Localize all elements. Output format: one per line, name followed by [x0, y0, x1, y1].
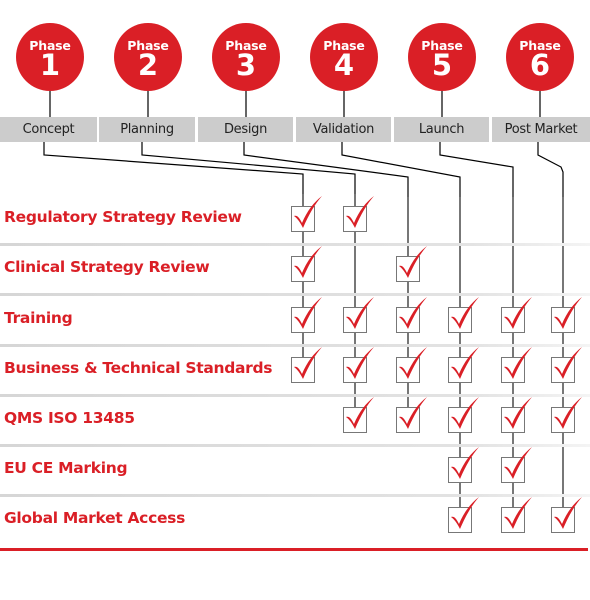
checkmark-glyph — [294, 196, 322, 228]
checkmark-glyph — [554, 497, 582, 529]
phase-number: 3 — [235, 48, 257, 82]
service-label: QMS ISO 13485 — [4, 409, 135, 427]
checkmark-glyph — [554, 297, 582, 329]
phase-3-label: Design — [198, 117, 293, 142]
phase-2-circle: Phase 2 — [114, 23, 182, 91]
checkmark-glyph — [346, 297, 374, 329]
check-icon — [343, 347, 374, 383]
check-icon — [501, 497, 532, 533]
checkmark-glyph — [294, 297, 322, 329]
phase-number: 2 — [137, 48, 159, 82]
check-icon — [448, 497, 479, 533]
checkmark-glyph — [451, 347, 479, 379]
phase-1-label: Concept — [0, 117, 97, 142]
checkmark-glyph — [399, 297, 427, 329]
checkmark-glyph — [346, 397, 374, 429]
checkmark-glyph — [346, 196, 374, 228]
checkmark-glyph — [504, 297, 532, 329]
phase-4-connector — [341, 142, 461, 197]
phase-3-circle: Phase 3 — [212, 23, 280, 91]
check-icon — [551, 397, 582, 433]
phase-6-label: Post Market — [492, 117, 590, 142]
phase-6-connector — [537, 142, 564, 197]
check-icon — [291, 347, 322, 383]
check-icon — [448, 397, 479, 433]
check-icon — [551, 347, 582, 383]
service-label: Clinical Strategy Review — [4, 258, 210, 276]
check-icon — [551, 497, 582, 533]
checkmark-glyph — [504, 397, 532, 429]
checkmark-glyph — [504, 497, 532, 529]
checkmark-glyph — [554, 397, 582, 429]
phase-number: 5 — [431, 48, 453, 82]
service-label: Training — [4, 309, 73, 327]
service-label: Regulatory Strategy Review — [4, 208, 242, 226]
checkmark-glyph — [399, 347, 427, 379]
bottom-rule — [0, 548, 588, 551]
service-label: EU CE Marking — [4, 459, 128, 477]
check-icon — [291, 196, 322, 232]
check-icon — [501, 347, 532, 383]
checkmark-glyph — [451, 497, 479, 529]
checkmark-glyph — [451, 447, 479, 479]
service-label: Global Market Access — [4, 509, 186, 527]
check-icon — [501, 397, 532, 433]
phase-5-label: Launch — [394, 117, 489, 142]
check-icon — [501, 297, 532, 333]
checkmark-glyph — [504, 447, 532, 479]
checkmark-glyph — [294, 347, 322, 379]
checkmark-glyph — [504, 347, 532, 379]
phase-2-connector — [141, 142, 356, 194]
row-separator — [0, 394, 590, 397]
phase-5-connector — [439, 142, 514, 197]
phase-5-circle: Phase 5 — [408, 23, 476, 91]
check-icon — [501, 447, 532, 483]
phase-number: 6 — [529, 48, 551, 82]
check-icon — [291, 297, 322, 333]
phase-1-connector — [43, 142, 304, 194]
check-icon — [448, 347, 479, 383]
check-icon — [291, 246, 322, 282]
check-icon — [396, 397, 427, 433]
check-icon — [396, 347, 427, 383]
checkmark-glyph — [399, 397, 427, 429]
checkmark-glyph — [554, 347, 582, 379]
checkmark-glyph — [399, 246, 427, 278]
check-icon — [343, 196, 374, 232]
check-icon — [448, 447, 479, 483]
check-icon — [448, 297, 479, 333]
phase-3-connector — [243, 142, 409, 197]
phase-1-circle: Phase 1 — [16, 23, 84, 91]
phase-number: 1 — [39, 48, 61, 82]
phase-4-circle: Phase 4 — [310, 23, 378, 91]
row-separator — [0, 444, 590, 447]
row-separator — [0, 494, 590, 497]
check-icon — [551, 297, 582, 333]
check-icon — [396, 297, 427, 333]
service-label: Business & Technical Standards — [4, 359, 273, 377]
phase-number: 4 — [333, 48, 355, 82]
check-icon — [343, 397, 374, 433]
check-icon — [343, 297, 374, 333]
phase-2-label: Planning — [99, 117, 195, 142]
phase-service-matrix: Phase 1 Concept Phase 2 Planning Phase 3 Design P… — [0, 0, 590, 600]
checkmark-glyph — [294, 246, 322, 278]
check-icon — [396, 246, 427, 282]
phase-6-circle: Phase 6 — [506, 23, 574, 91]
checkmark-glyph — [451, 297, 479, 329]
phase-4-label: Validation — [296, 117, 391, 142]
checkmark-glyph — [346, 347, 374, 379]
checkmark-glyph — [451, 397, 479, 429]
